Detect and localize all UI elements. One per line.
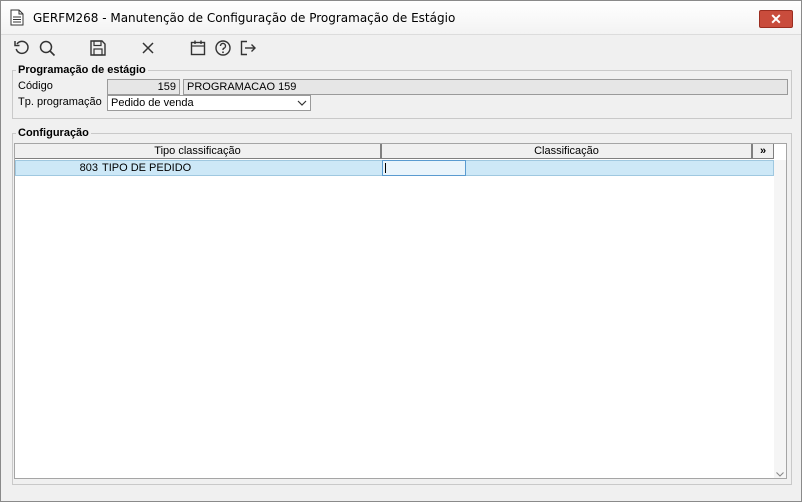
grid-header: Tipo classificação Classificação »	[15, 144, 786, 159]
exit-icon	[240, 40, 256, 56]
save-button[interactable]	[89, 39, 107, 57]
document-icon	[10, 9, 24, 26]
toolbar	[1, 35, 801, 61]
programacao-group-title: Programação de estágio	[16, 64, 148, 77]
codigo-label: Código	[18, 80, 53, 92]
table-row[interactable]: 803 TIPO DE PEDIDO	[15, 160, 774, 176]
exit-button[interactable]	[239, 39, 257, 57]
status-bar	[1, 487, 801, 501]
search-button[interactable]	[38, 39, 56, 57]
refresh-icon	[14, 40, 29, 55]
help-icon	[215, 40, 231, 56]
configuracao-grid: Tipo classificação Classificação » 803 T…	[14, 143, 787, 479]
configuracao-group-title: Configuração	[16, 127, 91, 140]
text-caret	[385, 163, 386, 173]
codigo-field[interactable]: 159	[107, 79, 180, 95]
tipo-programacao-label: Tp. programação	[18, 96, 102, 108]
save-icon	[90, 40, 106, 56]
descricao-field[interactable]: PROGRAMACAO 159	[183, 79, 788, 95]
refresh-button[interactable]	[13, 39, 31, 57]
row-tipo: TIPO DE PEDIDO	[102, 162, 192, 174]
chevron-down-icon[interactable]	[775, 466, 785, 477]
search-icon	[39, 40, 56, 57]
cancel-button[interactable]	[139, 39, 157, 57]
classificacao-edit-cell[interactable]	[382, 160, 466, 176]
vertical-scrollbar[interactable]	[774, 160, 786, 478]
col-classificacao[interactable]: Classificação	[381, 144, 752, 159]
help-button[interactable]	[214, 39, 232, 57]
row-code: 803	[79, 162, 98, 174]
tipo-programacao-value: Pedido de venda	[111, 97, 194, 109]
calendar-button[interactable]	[189, 39, 207, 57]
chevron-down-icon	[297, 98, 307, 108]
title-bar: GERFM268 - Manutenção de Configuração de…	[1, 1, 801, 35]
calendar-icon	[190, 40, 206, 56]
tipo-programacao-select[interactable]: Pedido de venda	[107, 95, 311, 111]
window-title: GERFM268 - Manutenção de Configuração de…	[33, 11, 456, 25]
main-window: GERFM268 - Manutenção de Configuração de…	[0, 0, 802, 502]
window-close-label: ✕	[770, 11, 782, 27]
window-close-button[interactable]: ✕	[759, 10, 793, 28]
expand-columns-button[interactable]: »	[752, 144, 774, 159]
col-tipo-classificacao[interactable]: Tipo classificação	[15, 144, 381, 159]
close-icon	[142, 42, 154, 54]
